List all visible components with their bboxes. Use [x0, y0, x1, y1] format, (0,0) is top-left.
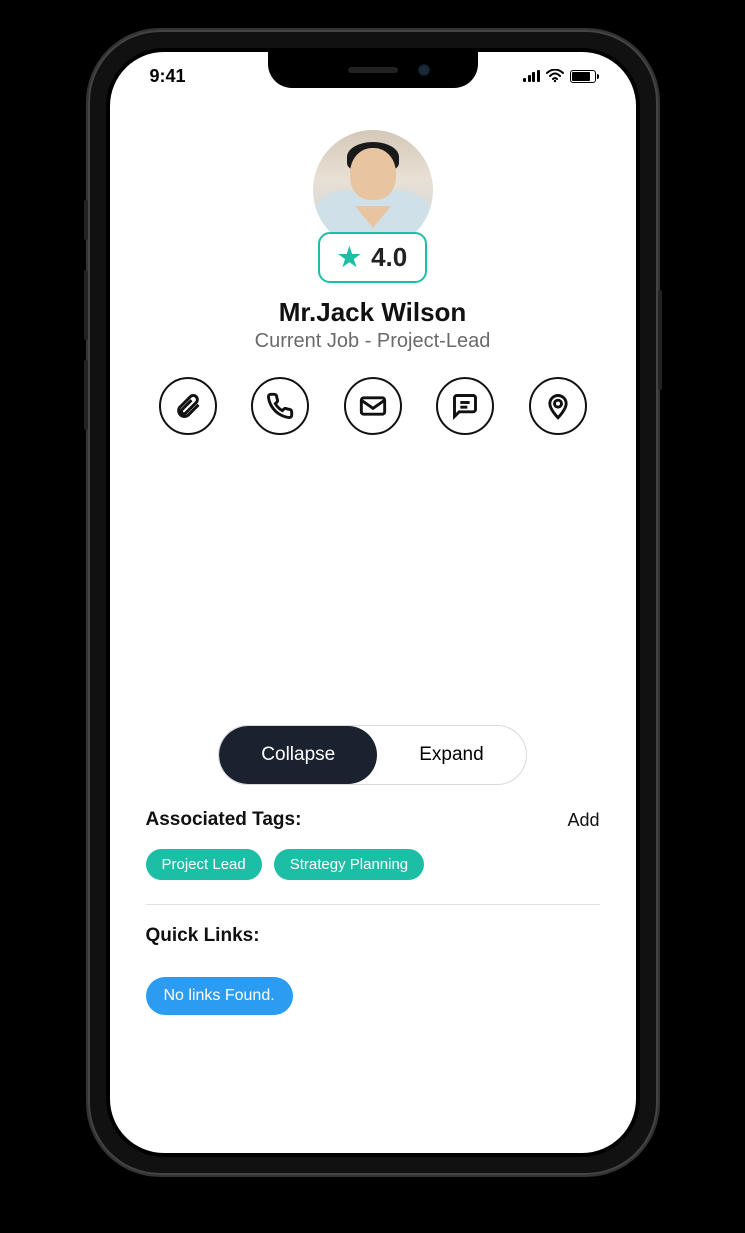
attachment-button[interactable] [159, 377, 217, 435]
collapse-expand-toggle: Collapse Expand [218, 725, 526, 785]
profile-job: Current Job - Project-Lead [255, 330, 491, 353]
divider [146, 904, 600, 905]
signal-icon [523, 70, 540, 82]
notch [268, 52, 478, 88]
wifi-icon [546, 69, 564, 83]
email-button[interactable] [344, 377, 402, 435]
action-row [153, 377, 593, 435]
paperclip-icon [174, 392, 202, 420]
chat-icon [451, 392, 479, 420]
location-button[interactable] [529, 377, 587, 435]
tags-list: Project Lead Strategy Planning [146, 849, 600, 880]
location-icon [544, 392, 572, 420]
mail-icon [359, 392, 387, 420]
star-icon: ★ [338, 242, 361, 273]
tags-section: Associated Tags: Add Project Lead Strate… [110, 809, 636, 880]
phone-icon [266, 392, 294, 420]
screen: 9:41 ★ 4.0 [110, 52, 636, 1153]
tags-title: Associated Tags: [146, 809, 302, 831]
toggle-row: Collapse Expand [138, 725, 608, 785]
links-title: Quick Links: [146, 925, 260, 947]
volume-down-button [84, 360, 88, 430]
rating-badge[interactable]: ★ 4.0 [318, 232, 427, 283]
rating-value: 4.0 [371, 242, 407, 273]
status-icons [517, 65, 602, 87]
phone-frame: 9:41 ★ 4.0 [88, 30, 658, 1175]
power-button [658, 290, 662, 390]
links-section: Quick Links: No links Found. [110, 925, 636, 1015]
volume-up-button [84, 270, 88, 340]
expand-button[interactable]: Expand [377, 726, 525, 784]
profile-header: ★ 4.0 Mr.Jack Wilson Current Job - Proje… [110, 120, 636, 435]
battery-icon [570, 70, 596, 83]
phone-button[interactable] [251, 377, 309, 435]
tag-chip[interactable]: Strategy Planning [274, 849, 424, 880]
tag-chip[interactable]: Project Lead [146, 849, 262, 880]
collapse-button[interactable]: Collapse [219, 726, 377, 784]
status-time: 9:41 [144, 64, 192, 89]
add-tag-button[interactable]: Add [567, 810, 599, 831]
mute-switch [84, 200, 88, 240]
no-links-pill: No links Found. [146, 977, 293, 1015]
message-button[interactable] [436, 377, 494, 435]
profile-name: Mr.Jack Wilson [279, 297, 467, 328]
